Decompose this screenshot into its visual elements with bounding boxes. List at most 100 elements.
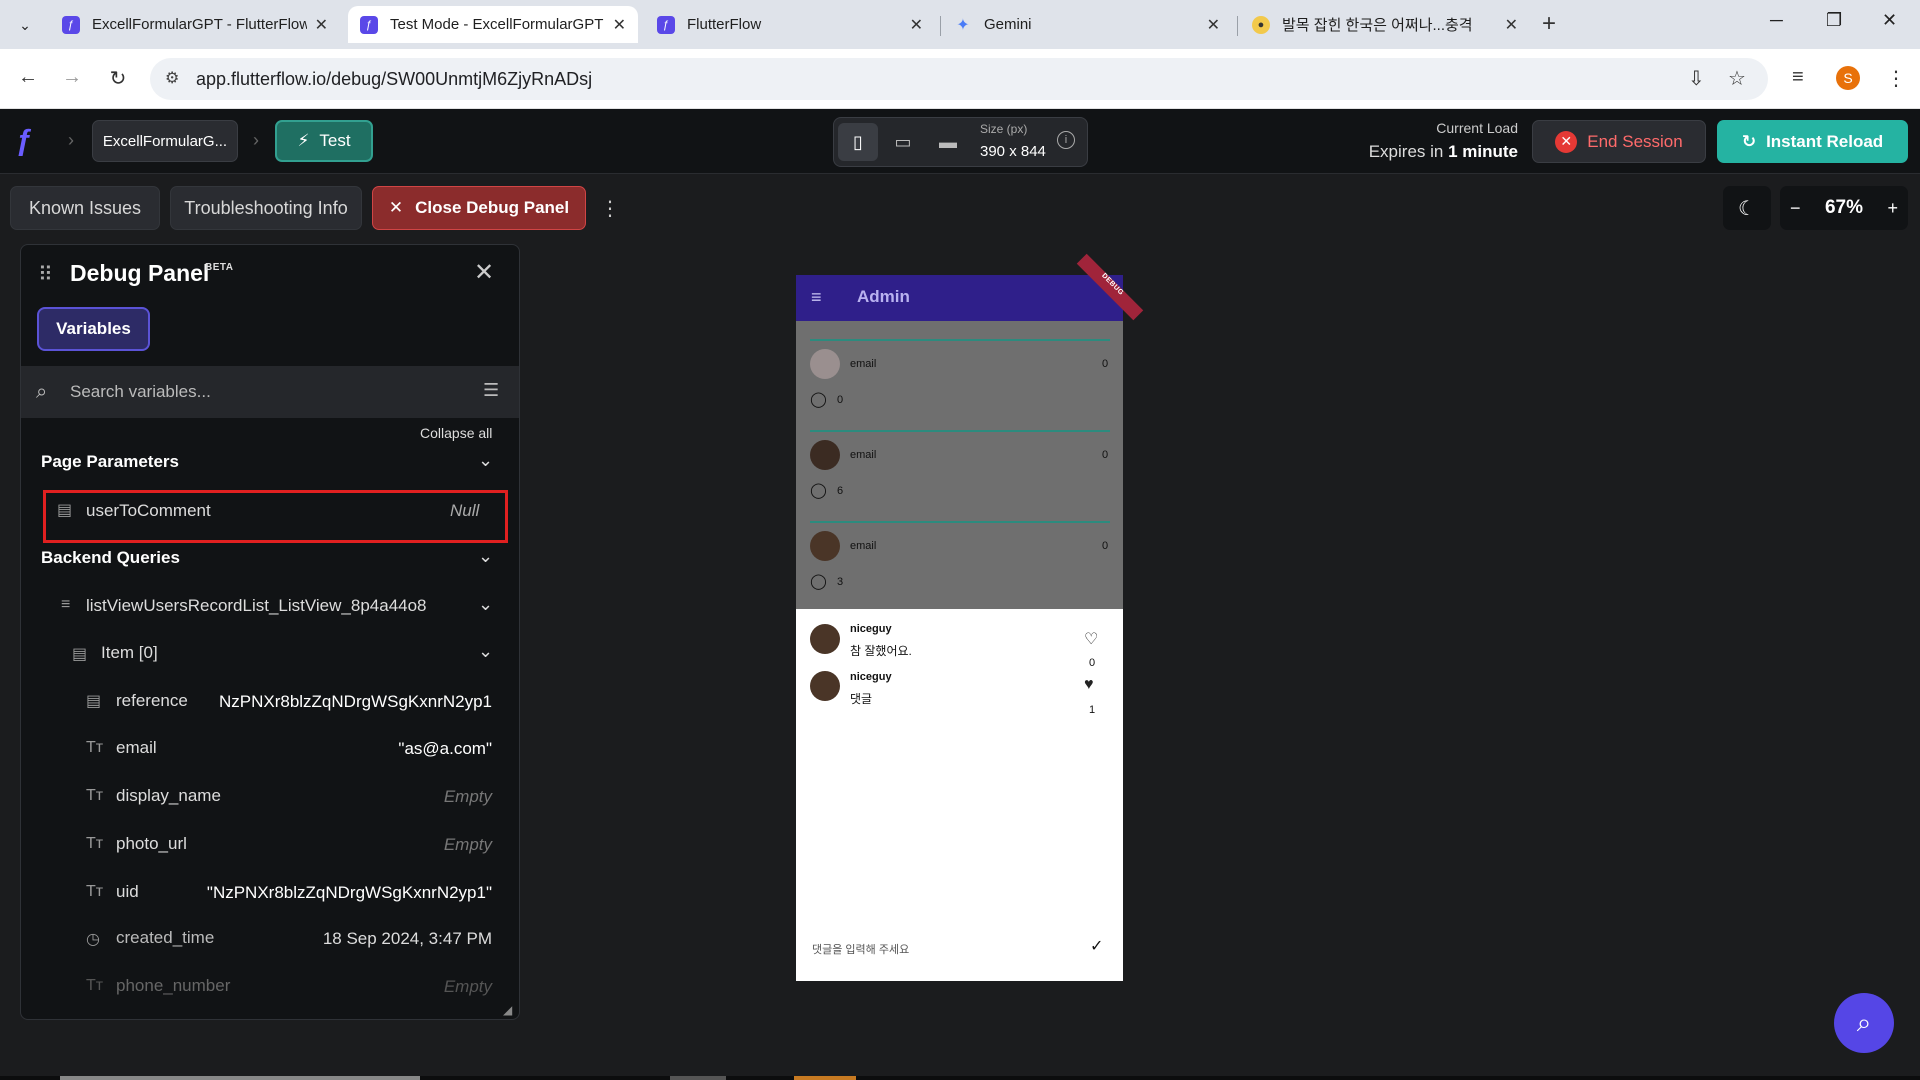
close-tab-icon[interactable]: ✕ xyxy=(1207,15,1220,35)
collapse-all-link[interactable]: Collapse all xyxy=(420,425,492,441)
query-name[interactable]: listViewUsersRecordList_ListView_8p4a44o… xyxy=(86,596,427,616)
clock-icon: ◷ xyxy=(86,931,100,948)
lightning-icon: ⚡ xyxy=(297,131,310,150)
hamburger-menu-icon[interactable]: ≡ xyxy=(811,287,822,308)
close-window-icon[interactable]: ✕ xyxy=(1882,10,1897,31)
profile-avatar[interactable]: S xyxy=(1836,66,1860,90)
desktop-device-icon[interactable]: ▬ xyxy=(928,123,968,161)
help-search-icon[interactable]: ⌕ xyxy=(1834,993,1894,1053)
zoom-in-icon[interactable]: + xyxy=(1887,198,1898,219)
avatar xyxy=(810,440,840,470)
chevron-right-icon: › xyxy=(253,130,259,150)
flutterflow-logo-icon[interactable]: ƒ xyxy=(16,124,50,158)
field-value: 18 Sep 2024, 3:47 PM xyxy=(322,929,492,948)
comment-bubble-icon[interactable]: ◯ xyxy=(810,390,827,408)
browser-tab-active[interactable]: ƒ Test Mode - ExcellFormularGPT ✕ xyxy=(348,6,638,43)
resize-handle-icon[interactable]: ◢ xyxy=(503,1003,512,1017)
debug-panel-title: Debug Panel xyxy=(70,260,210,286)
browser-tab[interactable]: ƒ ExcellFormularGPT - FlutterFlow ✕ xyxy=(50,6,340,43)
user-email: email xyxy=(850,358,877,370)
size-value: 390 x 844 xyxy=(980,143,1046,160)
dark-mode-moon-icon[interactable]: ☾ xyxy=(1723,186,1771,230)
close-tab-icon[interactable]: ✕ xyxy=(613,15,626,35)
avatar xyxy=(810,624,840,654)
browser-menu-icon[interactable]: ⋮ xyxy=(1886,66,1906,91)
troubleshooting-info-button[interactable]: Troubleshooting Info xyxy=(170,186,362,230)
flutterflow-favicon-icon: ƒ xyxy=(657,15,675,34)
tablet-device-icon[interactable]: ▭ xyxy=(883,123,923,161)
chevron-down-icon[interactable]: ⌄ xyxy=(478,641,493,662)
zoom-value: 67% xyxy=(1824,197,1864,218)
avatar xyxy=(810,349,840,379)
heart-outline-icon[interactable]: ♡ xyxy=(1084,629,1098,649)
comment-bubble-icon[interactable]: ◯ xyxy=(810,572,827,590)
user-email: email xyxy=(850,540,877,552)
close-tab-icon[interactable]: ✕ xyxy=(910,15,923,35)
taskbar-indicator xyxy=(794,1076,856,1080)
text-type-icon: Tт xyxy=(86,787,104,804)
filter-icon[interactable]: ☰ xyxy=(483,380,499,401)
install-app-icon[interactable]: ⇩ xyxy=(1688,66,1705,91)
tab-title: ExcellFormularGPT - FlutterFlow xyxy=(92,16,307,33)
variables-tab[interactable]: Variables xyxy=(37,307,150,351)
bookmark-star-icon[interactable]: ☆ xyxy=(1728,66,1746,91)
submit-check-icon[interactable]: ✓ xyxy=(1090,936,1103,956)
user-count: 0 xyxy=(1102,358,1109,370)
more-options-icon[interactable]: ⋮ xyxy=(600,196,620,221)
site-settings-icon[interactable]: ⚙ xyxy=(165,68,179,88)
comment-bubble-icon[interactable]: ◯ xyxy=(810,481,827,499)
url-text[interactable]: app.flutterflow.io/debug/SW00UnmtjM6ZjyR… xyxy=(196,69,592,90)
page-parameters-header[interactable]: Page Parameters xyxy=(41,452,179,472)
comment-input[interactable]: 댓글을 입력해 주세요 xyxy=(812,941,909,957)
heart-filled-icon[interactable]: ♥ xyxy=(1084,676,1094,694)
backend-queries-header[interactable]: Backend Queries xyxy=(41,548,180,568)
close-panel-icon[interactable]: ✕ xyxy=(474,258,494,287)
new-tab-icon[interactable]: + xyxy=(1542,10,1556,38)
back-icon[interactable]: ← xyxy=(16,66,40,89)
divider xyxy=(810,521,1110,523)
size-label: Size (px) xyxy=(980,122,1028,136)
end-session-label: End Session xyxy=(1587,131,1683,151)
field-value: Empty xyxy=(443,977,492,996)
instant-reload-button[interactable]: ↻ Instant Reload xyxy=(1717,120,1908,163)
browser-tab[interactable]: ● 발목 잡힌 한국은 어쩌나...충격 ✕ xyxy=(1240,6,1530,43)
tab-separator xyxy=(1237,16,1238,36)
project-button[interactable]: ExcellFormularG... xyxy=(92,120,238,162)
avatar xyxy=(810,531,840,561)
text-type-icon: Tт xyxy=(86,977,104,994)
user-count: 0 xyxy=(1102,449,1109,461)
user-count: 0 xyxy=(1102,540,1109,552)
reload-icon[interactable]: ↻ xyxy=(106,66,130,91)
item-label[interactable]: Item [0] xyxy=(101,643,158,663)
chevron-down-icon[interactable]: ⌄ xyxy=(478,450,493,471)
close-tab-icon[interactable]: ✕ xyxy=(1505,15,1518,35)
comment-text: 참 잘했어요. xyxy=(850,644,912,658)
close-tab-icon[interactable]: ✕ xyxy=(315,15,328,35)
close-debug-panel-button[interactable]: ✕ Close Debug Panel xyxy=(372,186,586,230)
divider xyxy=(810,339,1110,341)
flutterflow-favicon-icon: ƒ xyxy=(360,15,378,34)
close-circle-icon: ✕ xyxy=(1555,130,1578,153)
media-control-icon[interactable]: ≡ xyxy=(1792,66,1804,89)
beta-badge: BETA xyxy=(205,262,234,273)
minimize-icon[interactable]: ─ xyxy=(1770,10,1783,31)
tab-search-icon[interactable]: ⌄ xyxy=(12,12,38,38)
zoom-out-icon[interactable]: − xyxy=(1790,198,1801,219)
info-icon[interactable]: i xyxy=(1057,131,1075,149)
browser-tab[interactable]: ✦ Gemini ✕ xyxy=(942,6,1232,43)
browser-tab[interactable]: ƒ FlutterFlow ✕ xyxy=(645,6,935,43)
param-name[interactable]: userToComment xyxy=(86,501,211,521)
search-variables-input[interactable] xyxy=(70,378,470,406)
phone-device-icon[interactable]: ▯ xyxy=(838,123,878,161)
drag-handle-icon[interactable]: ⠿ xyxy=(38,262,53,287)
test-mode-button[interactable]: ⚡ Test xyxy=(275,120,373,162)
end-session-button[interactable]: ✕ End Session xyxy=(1532,120,1706,163)
restore-icon[interactable]: ❐ xyxy=(1826,10,1842,31)
forward-icon[interactable]: → xyxy=(60,66,84,89)
chevron-down-icon[interactable]: ⌄ xyxy=(478,594,493,615)
param-value: Null xyxy=(450,501,480,520)
field-value: Empty xyxy=(443,787,492,806)
chevron-down-icon[interactable]: ⌄ xyxy=(478,546,493,567)
known-issues-button[interactable]: Known Issues xyxy=(10,186,160,230)
user-email: email xyxy=(850,449,877,461)
